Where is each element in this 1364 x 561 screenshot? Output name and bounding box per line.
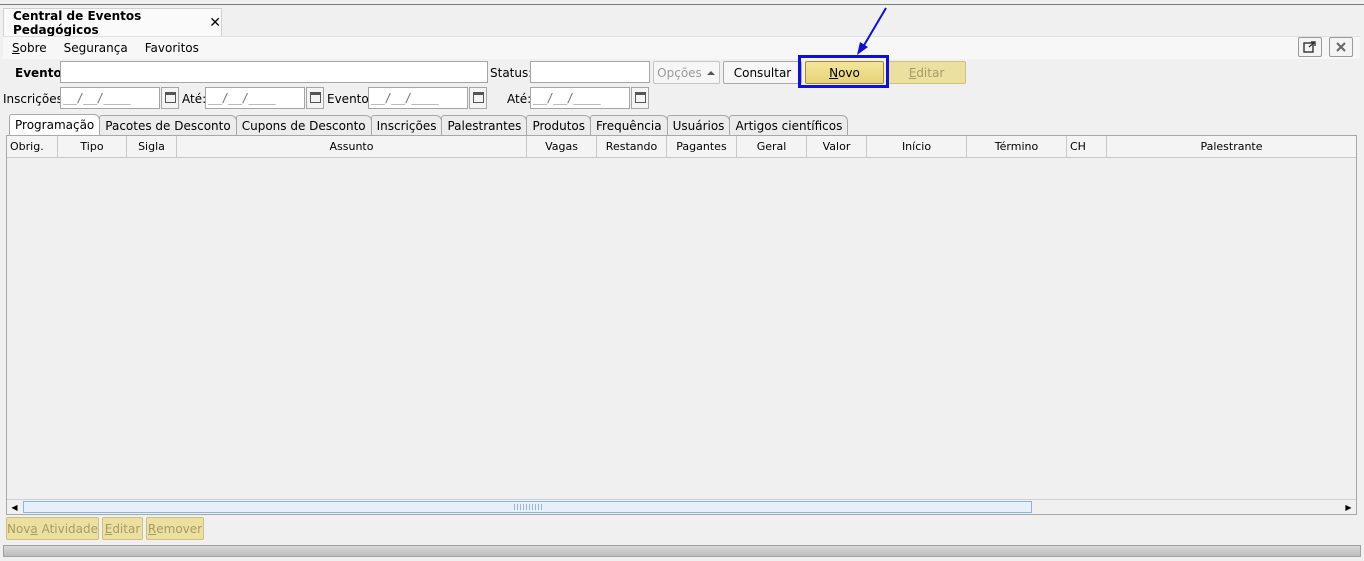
column-header[interactable]: Início	[867, 136, 967, 157]
column-header[interactable]: Palestrante	[1107, 136, 1356, 157]
editar-button[interactable]: Editar	[887, 61, 966, 84]
evento-to-input[interactable]: __/__/____ __:__	[530, 87, 630, 125]
calendar-icon	[164, 91, 176, 103]
horizontal-scrollbar[interactable]: ◀ ▶	[7, 499, 1356, 514]
popout-icon	[1303, 41, 1316, 53]
popout-button[interactable]	[1298, 37, 1322, 57]
tab-artigos-cientificos[interactable]: Artigos científicos	[729, 115, 849, 135]
document-tab-title: Central de Eventos Pedagógicos	[13, 8, 142, 37]
tab-programacao[interactable]: Programação	[9, 114, 101, 135]
column-header[interactable]: Restando	[597, 136, 667, 157]
scrollbar-grip	[513, 504, 542, 510]
table-header: Obrig. Tipo Sigla Assunto Vagas Restando…	[7, 136, 1356, 158]
programacao-table[interactable]: Obrig. Tipo Sigla Assunto Vagas Restando…	[6, 135, 1357, 515]
tab-strip: Programação Pacotes de Desconto Cupons d…	[9, 114, 849, 135]
menu-favoritos[interactable]: Favoritos	[136, 41, 207, 55]
column-header[interactable]: CH	[1067, 136, 1107, 157]
menu-seguranca[interactable]: Segurança	[55, 41, 136, 55]
inscricoes-from-input[interactable]: __/__/____ __:__	[60, 87, 160, 125]
inscricoes-to-input[interactable]: __/__/____ __:__	[205, 87, 305, 125]
evento-label: Evento:	[15, 66, 67, 80]
column-header[interactable]: Pagantes	[667, 136, 737, 157]
status-label: Status:	[490, 66, 533, 80]
evento-input[interactable]	[60, 61, 488, 83]
calendar-icon	[309, 91, 321, 103]
window-close-button[interactable]	[1329, 37, 1353, 57]
editar-atividade-button[interactable]: Editar	[102, 517, 143, 540]
menubar: Sobre Segurança Favoritos	[3, 36, 1360, 59]
document-tab[interactable]: Central de Eventos Pedagógicos ✕	[3, 8, 222, 37]
column-header[interactable]: Assunto	[177, 136, 527, 157]
close-icon[interactable]: ✕	[209, 15, 221, 31]
column-header[interactable]: Geral	[737, 136, 807, 157]
column-header[interactable]: Vagas	[527, 136, 597, 157]
evento-date-label: Evento:	[327, 92, 373, 106]
opcoes-label: Opções	[657, 65, 702, 80]
tab-palestrantes[interactable]: Palestrantes	[441, 115, 528, 135]
tab-produtos[interactable]: Produtos	[526, 115, 591, 135]
opcoes-button[interactable]: Opções	[653, 61, 720, 84]
top-border	[0, 4, 1364, 5]
scroll-left-icon[interactable]: ◀	[7, 500, 22, 514]
highlight-box	[798, 55, 889, 88]
tab-frequencia[interactable]: Frequência	[590, 115, 668, 135]
tab-pacotes-desconto[interactable]: Pacotes de Desconto	[99, 115, 237, 135]
tab-usuarios[interactable]: Usuários	[666, 115, 731, 135]
inscricoes-label: Inscrições:	[3, 92, 67, 106]
window-close-icon	[1336, 42, 1346, 52]
inscricoes-from-calendar-button[interactable]	[161, 87, 179, 109]
menu-sobre[interactable]: Sobre	[3, 41, 55, 55]
calendar-icon	[472, 91, 484, 103]
column-header[interactable]: Sigla	[127, 136, 177, 157]
evento-from-input[interactable]: __/__/____ __:__	[368, 87, 468, 125]
status-bar	[3, 545, 1361, 557]
tab-inscricoes[interactable]: Inscrições	[370, 115, 443, 135]
column-header[interactable]: Término	[967, 136, 1067, 157]
ate1-label: Até:	[182, 92, 207, 106]
column-header[interactable]: Valor	[807, 136, 867, 157]
evento-from-calendar-button[interactable]	[469, 87, 487, 109]
triangle-up-icon	[706, 70, 715, 75]
ate2-label: Até:	[507, 92, 532, 106]
scrollbar-thumb[interactable]	[23, 501, 1032, 513]
scroll-right-icon[interactable]: ▶	[1341, 500, 1356, 514]
column-header[interactable]: Obrig.	[7, 136, 58, 157]
tab-cupons-desconto[interactable]: Cupons de Desconto	[235, 115, 372, 135]
status-input[interactable]	[530, 61, 650, 83]
consultar-button[interactable]: Consultar	[723, 61, 802, 84]
column-header[interactable]: Tipo	[58, 136, 127, 157]
evento-to-calendar-button[interactable]	[631, 87, 649, 109]
inscricoes-to-calendar-button[interactable]	[306, 87, 324, 109]
nova-atividade-button[interactable]: Nov a Atividade	[6, 517, 99, 540]
calendar-icon	[634, 91, 646, 103]
remover-button[interactable]: Remover	[146, 517, 204, 540]
